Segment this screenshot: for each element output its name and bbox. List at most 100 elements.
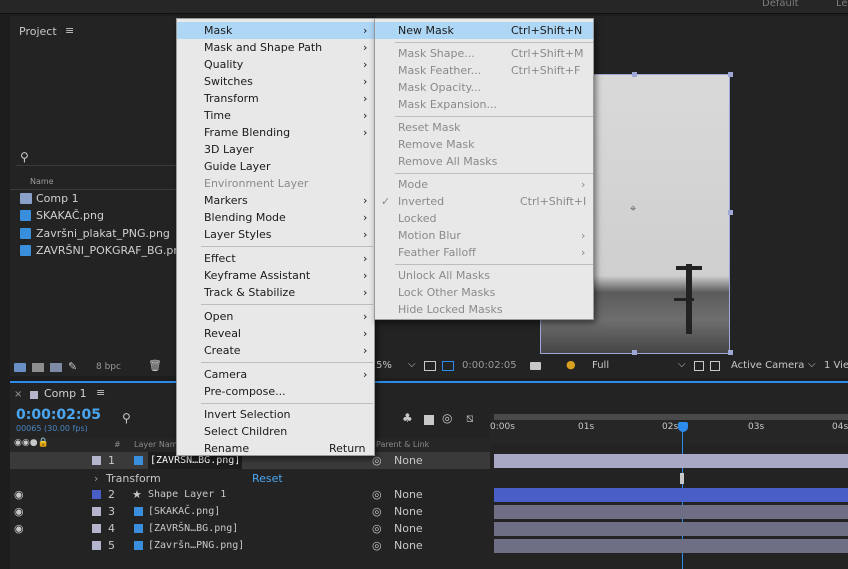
interpret-footage-icon[interactable] [14, 363, 26, 372]
workspace-label-extra[interactable]: Le [836, 0, 848, 9]
layer-label-color[interactable] [92, 490, 101, 499]
frame-blend-icon[interactable] [424, 415, 434, 425]
menu-item-locked[interactable]: Locked [375, 210, 593, 227]
project-item-file[interactable]: SKAKAČ.png [20, 207, 104, 224]
menu-item-new-mask[interactable]: New Mask Ctrl+Shift+N [375, 22, 593, 39]
bbox-handle[interactable] [728, 72, 733, 77]
transparency-grid-icon[interactable] [694, 361, 704, 371]
project-item-file[interactable]: ZAVRŠNI_POKGRAF_BG.png [20, 242, 187, 259]
parent-value[interactable]: None [394, 520, 423, 537]
menu-item-remove-mask[interactable]: Remove Mask [375, 136, 593, 153]
menu-item-feather-falloff[interactable]: Feather Falloff › [375, 244, 593, 261]
menu-item-mask-opacity[interactable]: Mask Opacity... [375, 79, 593, 96]
layer-duration-bar[interactable] [494, 539, 848, 553]
bbox-handle[interactable] [728, 210, 733, 215]
menu-item-time[interactable]: Time › [177, 107, 374, 124]
menu-item-lock-other-masks[interactable]: Lock Other Masks [375, 284, 593, 301]
layer-row[interactable]: ◉ 4 [ZAVRŠN…BG.png] ◎ None [10, 520, 490, 537]
layer-duration-bar[interactable] [494, 522, 848, 536]
chevron-down-icon[interactable]: ⌵ [408, 359, 416, 370]
new-folder-icon[interactable] [32, 363, 44, 372]
menu-item-mask-and-shape-path[interactable]: Mask and Shape Path › [177, 39, 374, 56]
playhead[interactable] [678, 422, 688, 432]
timeline-timecode[interactable]: 0:00:02:05 [16, 407, 101, 423]
spiral-icon[interactable]: ◎ [372, 503, 382, 520]
layer-label-color[interactable] [92, 541, 101, 550]
menu-item-open[interactable]: Open › [177, 308, 374, 325]
chevron-down-icon[interactable]: ⌵ [678, 359, 686, 370]
color-channels-icon[interactable]: ● [566, 358, 576, 371]
menu-item-environment-layer[interactable]: Environment Layer [177, 175, 374, 192]
mask-path-icon[interactable] [710, 361, 720, 371]
eye-icon[interactable]: ◉◉●🔒 [14, 438, 49, 448]
project-item-file[interactable]: Završni_plakat_PNG.png [20, 225, 170, 242]
menu-item-remove-all-masks[interactable]: Remove All Masks [375, 153, 593, 170]
menu-item-hide-locked-masks[interactable]: Hide Locked Masks [375, 301, 593, 318]
bbox-handle[interactable] [632, 350, 637, 355]
menu-item-quality[interactable]: Quality › [177, 56, 374, 73]
parent-value[interactable]: None [394, 537, 423, 554]
menu-item-rename[interactable]: Rename Return [177, 440, 374, 457]
eye-icon[interactable]: ◉ [14, 503, 24, 520]
menu-item-mask-shape[interactable]: Mask Shape... Ctrl+Shift+M [375, 45, 593, 62]
layer-label-color[interactable] [92, 456, 101, 465]
chevron-down-icon[interactable]: ⌵ [808, 359, 816, 370]
chevron-right-icon[interactable]: › [94, 470, 98, 487]
menu-item-create[interactable]: Create › [177, 342, 374, 359]
solo-icon[interactable]: ♣ [402, 411, 413, 425]
time-ruler[interactable]: 0:00s 01s 02s 03s 04s [490, 414, 848, 444]
menu-item-3d-layer[interactable]: 3D Layer [177, 141, 374, 158]
layer-name[interactable]: [SKAKAČ.png] [148, 503, 220, 520]
hamburger-icon[interactable]: ≡ [65, 24, 74, 37]
close-icon[interactable]: × [14, 389, 22, 400]
menu-item-mode[interactable]: Mode › [375, 176, 593, 193]
menu-item-layer-styles[interactable]: Layer Styles › [177, 226, 374, 243]
hamburger-icon[interactable]: ≡ [96, 386, 105, 399]
fit-icon[interactable] [424, 361, 436, 371]
menu-item-reveal[interactable]: Reveal › [177, 325, 374, 342]
menu-item-invert-selection[interactable]: Invert Selection [177, 406, 374, 423]
workspace-label[interactable]: Default [762, 0, 799, 9]
menu-item-select-children[interactable]: Select Children [177, 423, 374, 440]
work-area-bar[interactable] [494, 414, 848, 420]
new-composition-icon[interactable] [50, 363, 62, 372]
layer-row[interactable]: ◉ 3 [SKAKAČ.png] ◎ None [10, 503, 490, 520]
brush-icon[interactable]: ✎ [68, 360, 77, 373]
parent-value[interactable]: None [394, 503, 423, 520]
menu-item-transform[interactable]: Transform › [177, 90, 374, 107]
menu-item-camera[interactable]: Camera › [177, 366, 374, 383]
camera-icon[interactable] [530, 362, 541, 370]
menu-item-pre-compose[interactable]: Pre-compose... [177, 383, 374, 400]
menu-item-track-stabilize[interactable]: Track & Stabilize › [177, 284, 374, 301]
region-of-interest-icon[interactable] [442, 361, 454, 371]
reset-link[interactable]: Reset [252, 470, 283, 487]
menu-item-unlock-all-masks[interactable]: Unlock All Masks [375, 267, 593, 284]
layer-label-color[interactable] [92, 524, 101, 533]
menu-item-frame-blending[interactable]: Frame Blending › [177, 124, 374, 141]
layer-label-color[interactable] [92, 507, 101, 516]
view-layout-value[interactable]: 1 View [824, 360, 848, 371]
bbox-handle[interactable] [728, 350, 733, 355]
bpc-label[interactable]: 8 bpc [96, 362, 121, 372]
project-item-comp[interactable]: Comp 1 [20, 190, 79, 207]
camera-value[interactable]: Active Camera [731, 360, 804, 371]
layer-name[interactable]: [ZAVRŠN…BG.png] [148, 520, 238, 537]
layer-duration-bar[interactable] [494, 505, 848, 519]
zoom-value[interactable]: 5% [376, 360, 392, 371]
layer-name[interactable]: Shape Layer 1 [148, 486, 226, 503]
transform-row[interactable]: › Transform Reset [10, 470, 490, 487]
menu-item-motion-blur[interactable]: Motion Blur › [375, 227, 593, 244]
keyframe-marker[interactable] [680, 473, 684, 484]
layer-row[interactable]: 5 [Završn…PNG.png] ◎ None [10, 537, 490, 554]
parent-value[interactable]: None [394, 486, 423, 503]
graph-editor-icon[interactable]: ⧅ [466, 411, 474, 426]
spiral-icon[interactable]: ◎ [372, 520, 382, 537]
menu-item-mask-expansion[interactable]: Mask Expansion... [375, 96, 593, 113]
viewer-timecode[interactable]: 0:00:02:05 [462, 360, 517, 371]
project-panel-title[interactable]: Project [19, 25, 57, 38]
trash-icon[interactable]: 🗑 [148, 359, 162, 372]
menu-item-reset-mask[interactable]: Reset Mask [375, 119, 593, 136]
spiral-icon[interactable]: ◎ [372, 537, 382, 554]
menu-item-mask-feather[interactable]: Mask Feather... Ctrl+Shift+F [375, 62, 593, 79]
menu-item-effect[interactable]: Effect › [177, 250, 374, 267]
